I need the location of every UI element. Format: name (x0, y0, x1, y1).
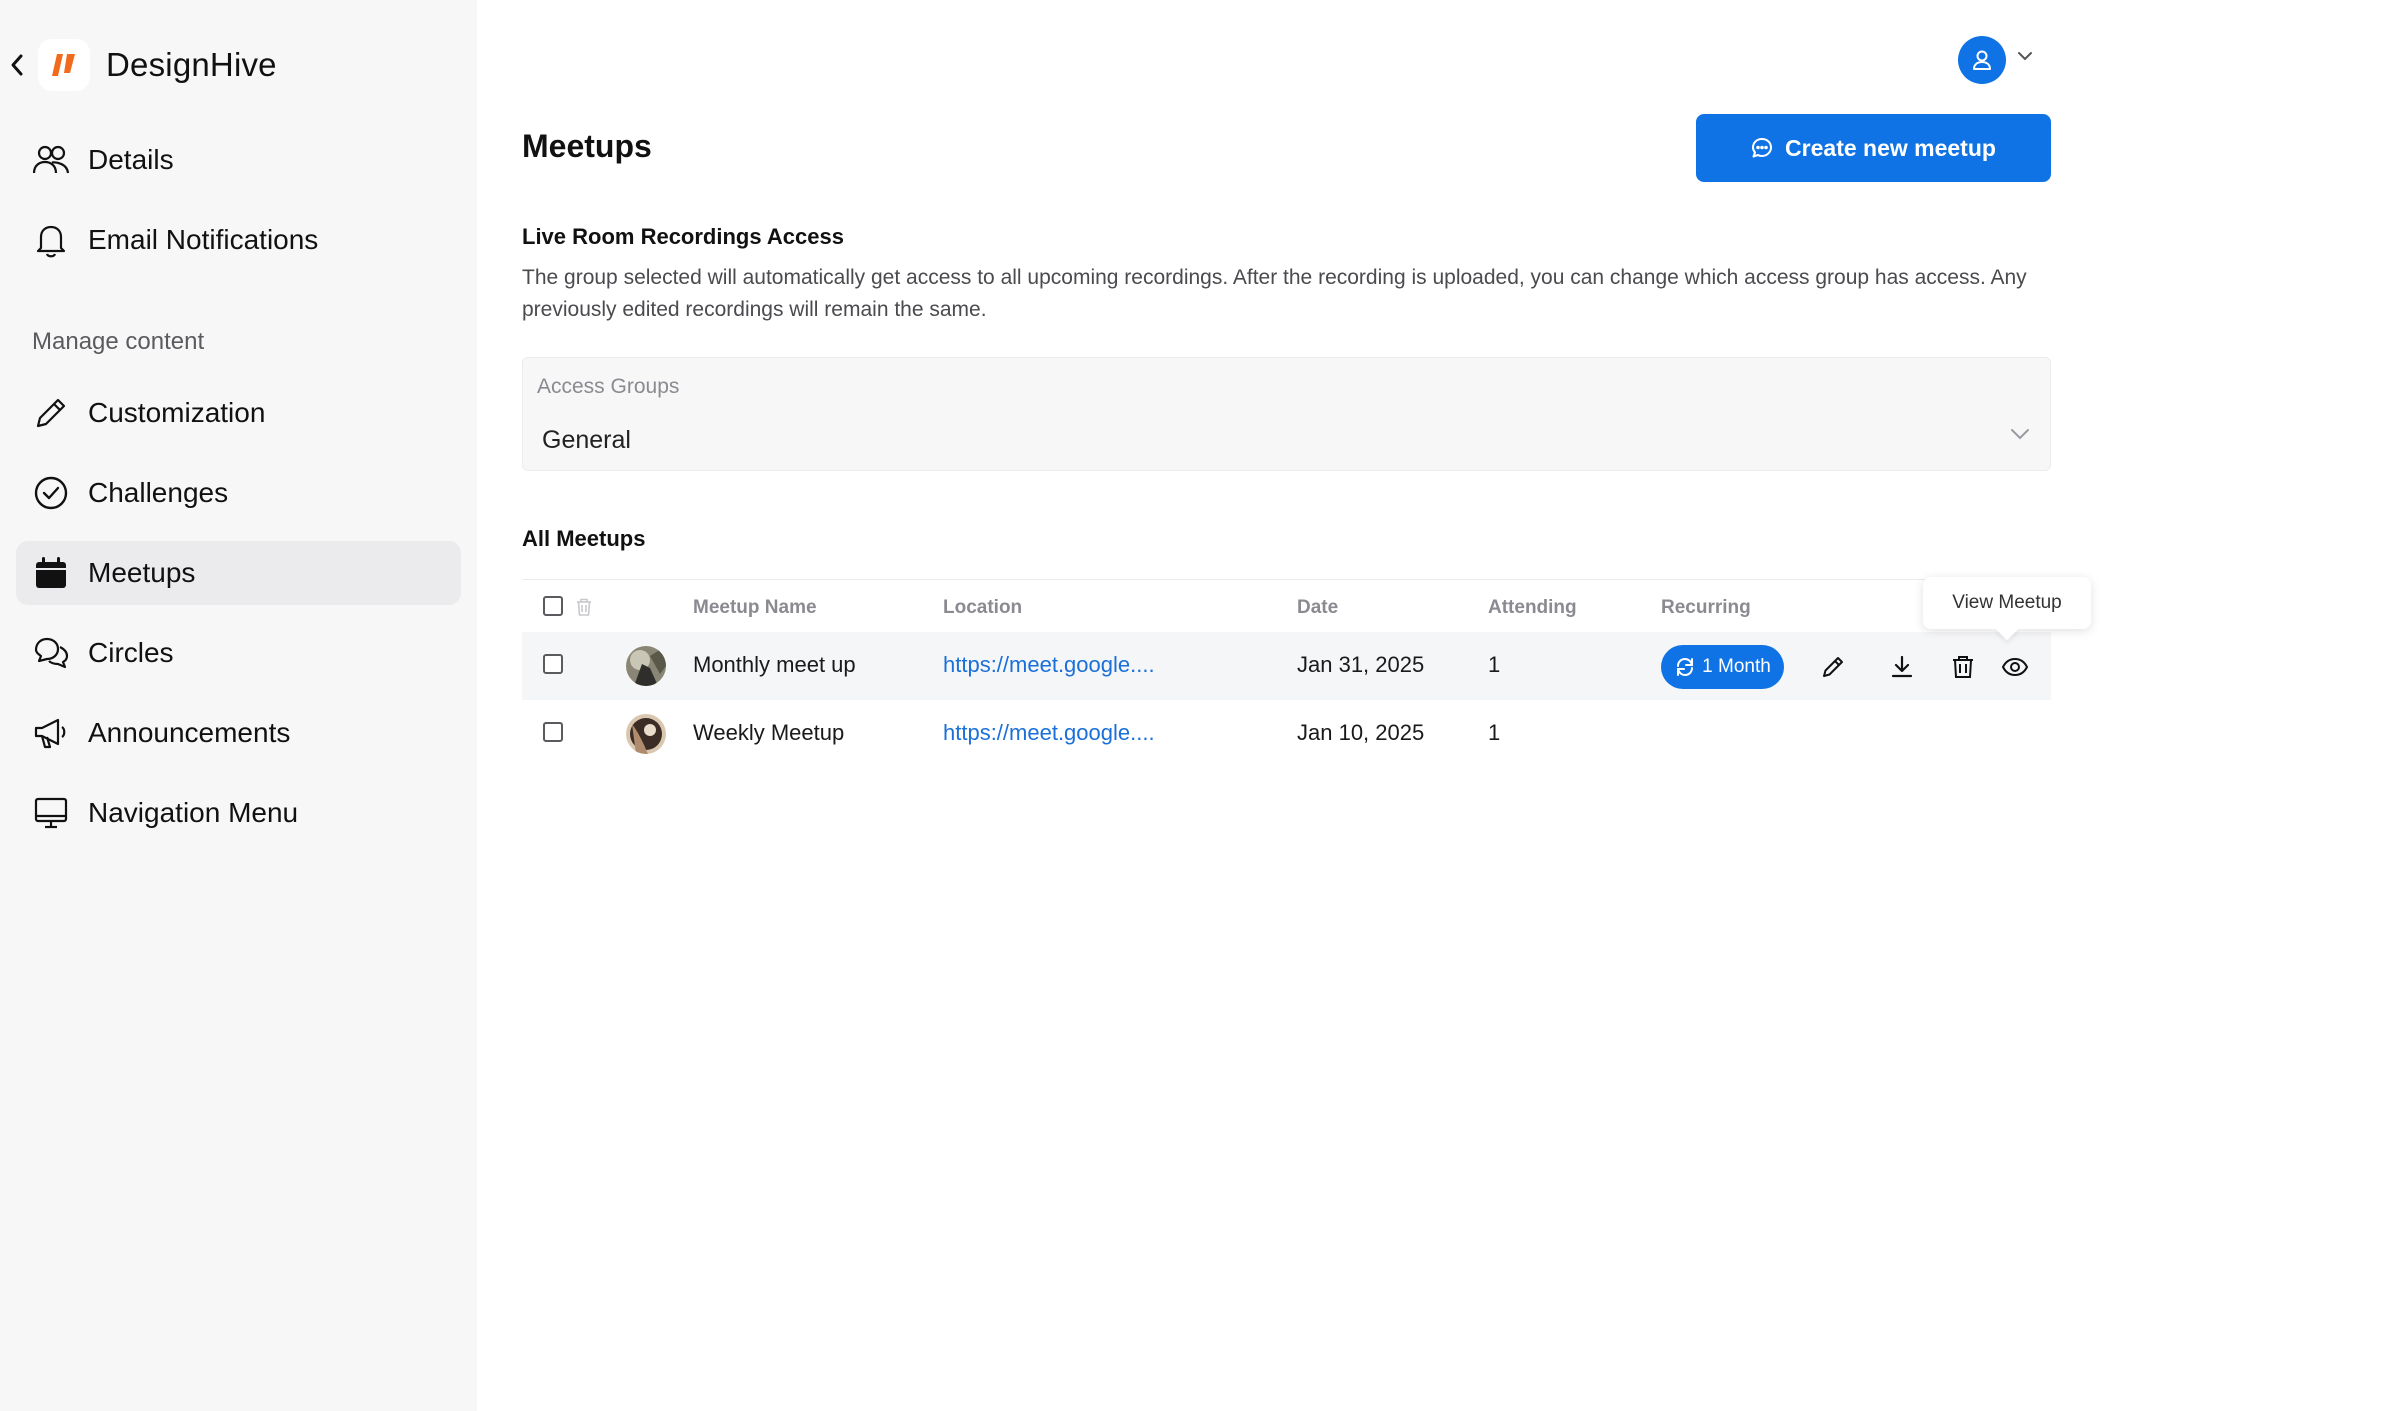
recurring-badge: 1 Month (1661, 645, 1784, 689)
pencil-icon (32, 394, 70, 432)
sidebar-item-label: Announcements (88, 717, 291, 748)
megaphone-icon (32, 714, 70, 752)
chevron-down-icon (2011, 429, 2029, 440)
table-header: Meetup Name Location Date Attending Recu… (522, 579, 2051, 632)
meetup-name: Monthly meet up (693, 652, 856, 677)
chat-bubble-icon (1751, 137, 1773, 159)
row-checkbox[interactable] (543, 654, 563, 674)
trash-icon (1953, 656, 1973, 678)
page-title: Meetups (522, 128, 652, 164)
back-button[interactable] (0, 34, 34, 96)
brand-name: DesignHive (106, 46, 277, 83)
meetup-attending: 1 (1488, 652, 1501, 677)
table-row[interactable]: Monthly meet up https://meet.google.... … (522, 632, 2051, 700)
users-icon (32, 141, 70, 179)
meetup-location-link[interactable]: https://meet.google.... (943, 652, 1155, 678)
create-new-meetup-button[interactable]: Create new meetup (1696, 114, 2051, 182)
view-meetup-button[interactable] (2000, 652, 2030, 682)
sidebar-item-label: Customization (88, 397, 266, 428)
meetup-location-link[interactable]: https://meet.google.... (943, 720, 1155, 746)
meetup-avatar (626, 646, 666, 686)
sidebar-item-label: Meetups (88, 557, 196, 588)
column-header-location: Location (943, 597, 1023, 618)
column-header-name: Meetup Name (693, 597, 817, 618)
check-circle-icon (32, 474, 70, 512)
download-meetup-button[interactable] (1887, 652, 1917, 682)
access-groups-label: Access Groups (537, 375, 680, 398)
chat-bubbles-icon (32, 634, 70, 672)
recurring-badge-label: 1 Month (1702, 656, 1771, 677)
sidebar-item-customization[interactable]: Customization (16, 381, 461, 445)
recordings-access-description: The group selected will automatically ge… (522, 266, 2027, 321)
column-header-recurring: Recurring (1661, 597, 1751, 618)
recordings-access-title: Live Room Recordings Access (522, 224, 844, 249)
bell-icon (32, 221, 70, 259)
table-row[interactable]: Weekly Meetup https://meet.google.... Ja… (522, 700, 2051, 768)
column-header-date: Date (1297, 597, 1339, 618)
sidebar-item-announcements[interactable]: Announcements (16, 701, 461, 765)
delete-meetup-button[interactable] (1948, 652, 1978, 682)
sidebar: DesignHive Details Email Notifications M… (0, 0, 477, 1411)
download-icon (1891, 655, 1913, 678)
meetup-name: Weekly Meetup (693, 720, 845, 745)
meetup-date: Jan 10, 2025 (1297, 720, 1425, 745)
access-groups-select[interactable]: Access Groups General (522, 357, 2051, 471)
pencil-icon (1823, 657, 1843, 677)
access-groups-value: General (542, 426, 631, 454)
brand-logo (38, 39, 90, 91)
meetups-table: Meetup Name Location Date Attending Recu… (522, 579, 2051, 768)
user-icon (1973, 50, 1991, 70)
sidebar-item-label: Email Notifications (88, 224, 319, 255)
trash-icon[interactable] (575, 597, 593, 617)
column-header-attending: Attending (1488, 597, 1577, 618)
sidebar-item-challenges[interactable]: Challenges (16, 461, 461, 525)
meetup-avatar (626, 714, 666, 754)
chevron-left-icon (11, 54, 23, 76)
row-checkbox[interactable] (543, 722, 563, 742)
select-all-checkbox[interactable] (543, 596, 563, 616)
sidebar-item-label: Challenges (88, 477, 229, 508)
meetup-attending: 1 (1488, 720, 1501, 745)
sidebar-item-navigation-menu[interactable]: Navigation Menu (16, 781, 461, 845)
brand-header: DesignHive (0, 34, 277, 96)
sidebar-item-label: Circles (88, 637, 174, 668)
monitor-icon (32, 794, 70, 832)
chevron-down-icon[interactable] (2016, 50, 2034, 62)
sidebar-item-circles[interactable]: Circles (16, 621, 461, 685)
edit-meetup-button[interactable] (1818, 652, 1848, 682)
logo-mark-icon (52, 54, 75, 76)
calendar-icon (32, 554, 70, 592)
user-avatar-button[interactable] (1958, 36, 2006, 84)
sidebar-item-meetups[interactable]: Meetups (16, 541, 461, 605)
sidebar-item-label: Details (88, 144, 174, 175)
sidebar-item-details[interactable]: Details (16, 128, 461, 192)
create-button-label: Create new meetup (1785, 134, 1996, 161)
sidebar-item-label: Navigation Menu (88, 797, 299, 828)
refresh-icon (1674, 656, 1696, 678)
view-meetup-tooltip: View Meetup (1923, 577, 2091, 629)
meetup-date: Jan 31, 2025 (1297, 652, 1425, 677)
section-title-manage-content: Manage content (32, 328, 205, 355)
sidebar-item-email-notifications[interactable]: Email Notifications (16, 208, 461, 272)
eye-icon (2001, 657, 2029, 677)
all-meetups-title: All Meetups (522, 526, 646, 551)
